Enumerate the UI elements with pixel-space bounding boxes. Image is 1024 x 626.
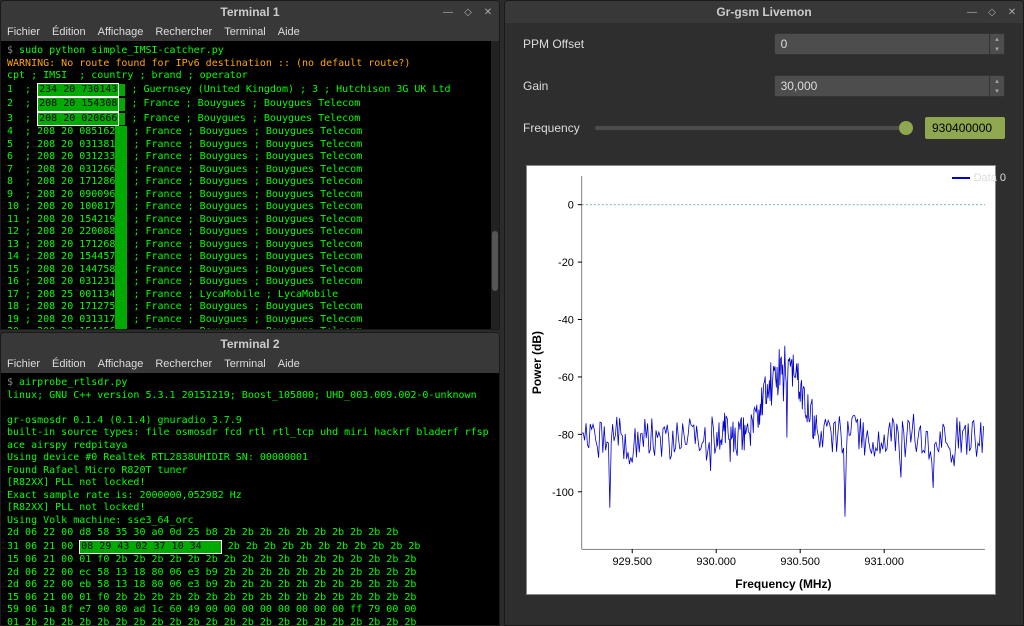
freq-slider[interactable] [595, 126, 913, 130]
slider-thumb[interactable] [899, 121, 913, 135]
chart-legend: Data 0 [952, 172, 1006, 184]
close-icon[interactable]: ✕ [1005, 5, 1019, 19]
menu-fichier[interactable]: Fichier [7, 358, 40, 370]
menu-aide[interactable]: Aide [278, 358, 300, 370]
terminal1-titlebar[interactable]: Terminal 1 — ◇ ✕ [1, 1, 499, 23]
spin-up-icon[interactable]: ▴ [990, 76, 1004, 86]
svg-text:-80: -80 [558, 429, 574, 441]
terminal2-menubar: Fichier Édition Affichage Rechercher Termina… [1, 355, 499, 373]
menu-affichage[interactable]: Affichage [98, 358, 144, 370]
terminal1-menubar: Fichier Édition Affichage Rechercher Termina… [1, 23, 499, 41]
terminal1-title: Terminal 1 [9, 5, 491, 19]
menu-terminal[interactable]: Terminal [224, 26, 266, 38]
minimize-icon[interactable]: — [965, 5, 979, 19]
ppm-value[interactable] [775, 37, 989, 51]
scrollbar[interactable] [491, 41, 499, 330]
livemon-titlebar[interactable]: Gr-gsm Livemon — ◇ ✕ [505, 1, 1023, 23]
svg-text:-60: -60 [558, 372, 574, 384]
menu-édition[interactable]: Édition [52, 26, 86, 38]
menu-rechercher[interactable]: Rechercher [155, 26, 212, 38]
svg-text:929.500: 929.500 [612, 556, 652, 568]
menu-aide[interactable]: Aide [278, 26, 300, 38]
svg-text:Frequency (MHz): Frequency (MHz) [735, 577, 831, 591]
spin-up-icon[interactable]: ▴ [990, 34, 1004, 44]
maximize-icon[interactable]: ◇ [985, 5, 999, 19]
menu-rechercher[interactable]: Rechercher [155, 358, 212, 370]
spin-down-icon[interactable]: ▾ [990, 44, 1004, 54]
svg-text:-40: -40 [558, 314, 574, 326]
freq-input[interactable]: ▴▾ [925, 117, 1005, 139]
livemon-title: Gr-gsm Livemon [513, 5, 1015, 19]
legend-label: Data 0 [974, 172, 1006, 184]
svg-text:-100: -100 [552, 487, 574, 499]
terminal2-output[interactable]: $ airprobe_rtlsdr.py linux; GNU C++ vers… [1, 373, 499, 626]
svg-text:931.000: 931.000 [864, 556, 904, 568]
menu-édition[interactable]: Édition [52, 358, 86, 370]
svg-text:-20: -20 [558, 257, 574, 269]
minimize-icon[interactable]: — [441, 5, 455, 19]
spectrum-chart[interactable]: 0 -20 -40 -60 -80 -100 929.500 930.000 930.500 93… [526, 165, 996, 595]
gain-label: Gain [523, 79, 774, 93]
gain-input[interactable]: ▴▾ [774, 75, 1005, 97]
freq-label: Frequency [523, 121, 583, 135]
spin-down-icon[interactable]: ▾ [990, 86, 1004, 96]
menu-terminal[interactable]: Terminal [224, 358, 266, 370]
svg-text:930.500: 930.500 [780, 556, 820, 568]
legend-line-icon [952, 177, 970, 179]
terminal2-title: Terminal 2 [9, 337, 491, 351]
svg-text:0: 0 [568, 200, 574, 212]
svg-text:Power (dB): Power (dB) [530, 331, 544, 394]
menu-affichage[interactable]: Affichage [98, 26, 144, 38]
gain-value[interactable] [775, 79, 989, 93]
freq-value[interactable] [926, 121, 1024, 135]
menu-fichier[interactable]: Fichier [7, 26, 40, 38]
terminal2-titlebar[interactable]: Terminal 2 [1, 333, 499, 355]
svg-text:930.000: 930.000 [696, 556, 736, 568]
maximize-icon[interactable]: ◇ [461, 5, 475, 19]
close-icon[interactable]: ✕ [481, 5, 495, 19]
terminal1-output[interactable]: $ sudo python simple_IMSI-catcher.py WAR… [1, 41, 499, 330]
ppm-label: PPM Offset [523, 37, 774, 51]
ppm-input[interactable]: ▴▾ [774, 33, 1005, 55]
